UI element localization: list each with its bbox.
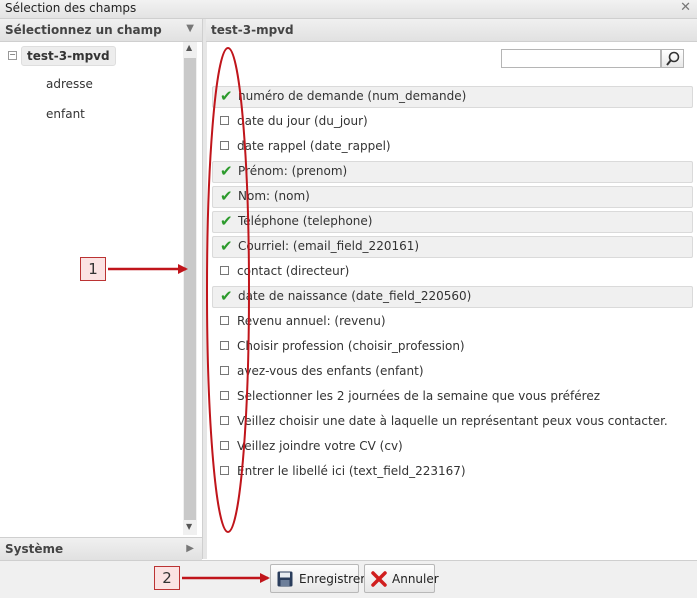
field-label: Courriel: (email_field_220161) (238, 239, 420, 253)
annotation-callout-1: 1 (80, 257, 106, 281)
floppy-disk-icon (277, 571, 293, 587)
field-row[interactable]: ✔ Prénom: (prenom) (212, 161, 693, 183)
scroll-up-icon[interactable]: ▲ (186, 43, 192, 52)
panel-splitter[interactable] (202, 19, 207, 559)
search-icon (666, 51, 680, 66)
field-row[interactable]: ✔ Téléphone (telephone) (212, 211, 693, 233)
field-label: date de naissance (date_field_220560) (238, 289, 472, 303)
checked-checkbox-icon[interactable]: ✔ (220, 287, 233, 305)
checked-checkbox-icon[interactable]: ✔ (220, 212, 233, 230)
tree-item-enfant[interactable]: enfant (46, 107, 85, 121)
close-icon[interactable]: ✕ (680, 0, 691, 15)
checkbox[interactable] (220, 466, 229, 475)
checkbox[interactable] (220, 341, 229, 350)
search-input[interactable] (501, 49, 661, 68)
checkbox[interactable] (220, 116, 229, 125)
scrollbar-thumb[interactable] (184, 58, 196, 520)
field-label: Prénom: (prenom) (238, 164, 348, 178)
collapse-arrow-icon[interactable]: ▼ (186, 23, 194, 34)
field-label: Téléphone (telephone) (238, 214, 373, 228)
checkbox[interactable] (220, 416, 229, 425)
field-label: Entrer le libellé ici (text_field_223167… (237, 464, 466, 478)
field-label: date rappel (date_rappel) (237, 139, 391, 153)
save-label: Enregistrer (299, 572, 366, 586)
cancel-button[interactable]: Annuler (364, 564, 439, 593)
checkbox[interactable] (220, 141, 229, 150)
field-row[interactable]: contact (directeur) (212, 261, 693, 283)
checked-checkbox-icon[interactable]: ✔ (220, 187, 233, 205)
field-label: date du jour (du_jour) (237, 114, 368, 128)
field-row[interactable]: date rappel (date_rappel) (212, 136, 693, 158)
checkbox[interactable] (220, 441, 229, 450)
field-label: Choisir profession (choisir_profession) (237, 339, 465, 353)
cancel-x-icon (371, 571, 387, 587)
field-label: Revenu annuel: (revenu) (237, 314, 386, 328)
field-row[interactable]: ✔ Nom: (nom) (212, 186, 693, 208)
tree-scrollbar[interactable]: ▲ ▼ (183, 42, 197, 535)
expand-arrow-icon[interactable]: ▶ (186, 543, 194, 554)
field-label: avez-vous des enfants (enfant) (237, 364, 424, 378)
field-row[interactable]: Choisir profession (choisir_profession) (212, 336, 693, 358)
checkbox[interactable] (220, 391, 229, 400)
field-row[interactable]: ✔ Courriel: (email_field_220161) (212, 236, 693, 258)
field-selector-title: Sélectionnez un champ (5, 23, 162, 37)
field-row[interactable]: Veillez choisir une date à laquelle un r… (212, 411, 693, 433)
field-label: Selectionner les 2 journées de la semain… (237, 389, 601, 403)
field-label: Veillez choisir une date à laquelle un r… (237, 414, 668, 428)
field-row[interactable]: date du jour (du_jour) (212, 111, 693, 133)
tree-root-label[interactable]: test-3-mpvd (21, 46, 116, 66)
field-row[interactable]: Entrer le libellé ici (text_field_223167… (212, 461, 693, 483)
search-button[interactable] (661, 49, 684, 68)
field-row[interactable]: avez-vous des enfants (enfant) (212, 361, 693, 383)
cancel-label: Annuler (392, 572, 439, 586)
form-name: test-3-mpvd (211, 23, 294, 37)
save-button[interactable]: Enregistrer (270, 564, 365, 593)
dialog-titlebar: Sélection des champs ✕ (0, 0, 697, 19)
form-fields-header: test-3-mpvd (206, 19, 697, 42)
field-label: numéro de demande (num_demande) (238, 89, 467, 103)
field-label: Veillez joindre votre CV (cv) (237, 439, 403, 453)
checked-checkbox-icon[interactable]: ✔ (220, 162, 233, 180)
field-row[interactable]: ✔ numéro de demande (num_demande) (212, 86, 693, 108)
checkbox[interactable] (220, 266, 229, 275)
scroll-down-icon[interactable]: ▼ (186, 522, 192, 531)
field-label: Nom: (nom) (238, 189, 310, 203)
tree-item-adresse[interactable]: adresse (46, 77, 93, 91)
checked-checkbox-icon[interactable]: ✔ (220, 237, 233, 255)
field-row[interactable]: Revenu annuel: (revenu) (212, 311, 693, 333)
system-section-header[interactable]: Système ▶ (0, 537, 202, 560)
system-section-title: Système (5, 542, 64, 556)
field-row[interactable]: Veillez joindre votre CV (cv) (212, 436, 693, 458)
field-selector-header[interactable]: Sélectionnez un champ ▼ (0, 19, 202, 42)
field-row[interactable]: ✔ date de naissance (date_field_220560) (212, 286, 693, 308)
checkbox[interactable] (220, 366, 229, 375)
field-row[interactable]: Selectionner les 2 journées de la semain… (212, 386, 693, 408)
collapse-node-icon[interactable]: − (8, 51, 17, 60)
field-tree: − test-3-mpvd adresse enfant (0, 42, 183, 535)
field-label: contact (directeur) (237, 264, 350, 278)
annotation-callout-2: 2 (154, 566, 180, 590)
checkbox[interactable] (220, 316, 229, 325)
dialog-title: Sélection des champs (5, 1, 137, 15)
checked-checkbox-icon[interactable]: ✔ (220, 87, 233, 105)
